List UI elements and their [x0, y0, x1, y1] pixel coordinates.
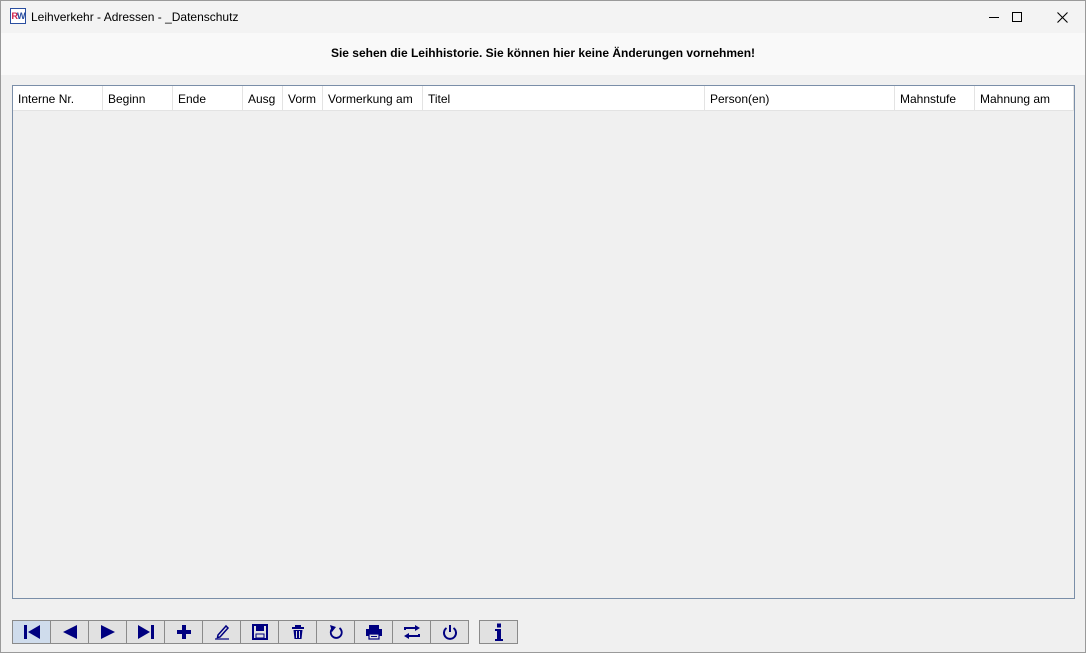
column-header-vormerkung-am[interactable]: Vormerkung am: [323, 86, 423, 110]
add-record-button[interactable]: [164, 620, 203, 644]
print-icon: [365, 625, 382, 640]
lending-history-table[interactable]: Interne Nr. Beginn Ende Ausg Vorm Vormer…: [12, 85, 1075, 599]
table-header: Interne Nr. Beginn Ende Ausg Vorm Vormer…: [13, 86, 1074, 111]
close-button[interactable]: [1039, 1, 1085, 33]
app-logo-icon: RW: [10, 8, 26, 24]
exit-button[interactable]: [430, 620, 469, 644]
last-record-button[interactable]: [126, 620, 165, 644]
first-record-icon: [23, 625, 40, 639]
column-header-beginn[interactable]: Beginn: [103, 86, 173, 110]
column-header-interne-nr[interactable]: Interne Nr.: [13, 86, 103, 110]
column-header-personen[interactable]: Person(en): [705, 86, 895, 110]
switch-button[interactable]: [392, 620, 431, 644]
delete-icon: [291, 625, 304, 639]
close-icon: [1056, 11, 1068, 23]
undo-button[interactable]: [316, 620, 355, 644]
column-header-titel[interactable]: Titel: [423, 86, 705, 110]
window-title: Leihverkehr - Adressen - _Datenschutz: [31, 10, 239, 24]
save-icon: [251, 624, 268, 640]
column-header-ausg[interactable]: Ausg: [243, 86, 283, 110]
save-record-button[interactable]: [240, 620, 279, 644]
last-record-icon: [137, 625, 154, 639]
maximize-button[interactable]: [994, 1, 1040, 33]
first-record-button[interactable]: [12, 620, 51, 644]
undo-icon: [329, 625, 343, 639]
column-header-vorm[interactable]: Vorm: [283, 86, 323, 110]
power-icon: [442, 625, 457, 640]
next-record-button[interactable]: [88, 620, 127, 644]
previous-record-icon: [62, 625, 77, 639]
maximize-icon: [1012, 12, 1022, 22]
navigation-toolbar: [12, 620, 518, 644]
info-banner: Sie sehen die Leihhistorie. Sie können h…: [1, 33, 1085, 75]
switch-icon: [403, 625, 420, 639]
column-header-ende[interactable]: Ende: [173, 86, 243, 110]
print-button[interactable]: [354, 620, 393, 644]
column-header-mahnung-am[interactable]: Mahnung am: [975, 86, 1074, 110]
edit-record-button[interactable]: [202, 620, 241, 644]
previous-record-button[interactable]: [50, 620, 89, 644]
edit-icon: [214, 624, 229, 640]
application-window: RW Leihverkehr - Adressen - _Datenschutz…: [0, 0, 1086, 653]
title-bar[interactable]: RW Leihverkehr - Adressen - _Datenschutz: [1, 1, 1085, 33]
next-record-icon: [100, 625, 115, 639]
info-button[interactable]: [479, 620, 518, 644]
add-icon: [176, 625, 191, 639]
column-header-mahnstufe[interactable]: Mahnstufe: [895, 86, 975, 110]
delete-record-button[interactable]: [278, 620, 317, 644]
banner-message: Sie sehen die Leihhistorie. Sie können h…: [330, 46, 756, 60]
info-icon: [494, 623, 503, 641]
